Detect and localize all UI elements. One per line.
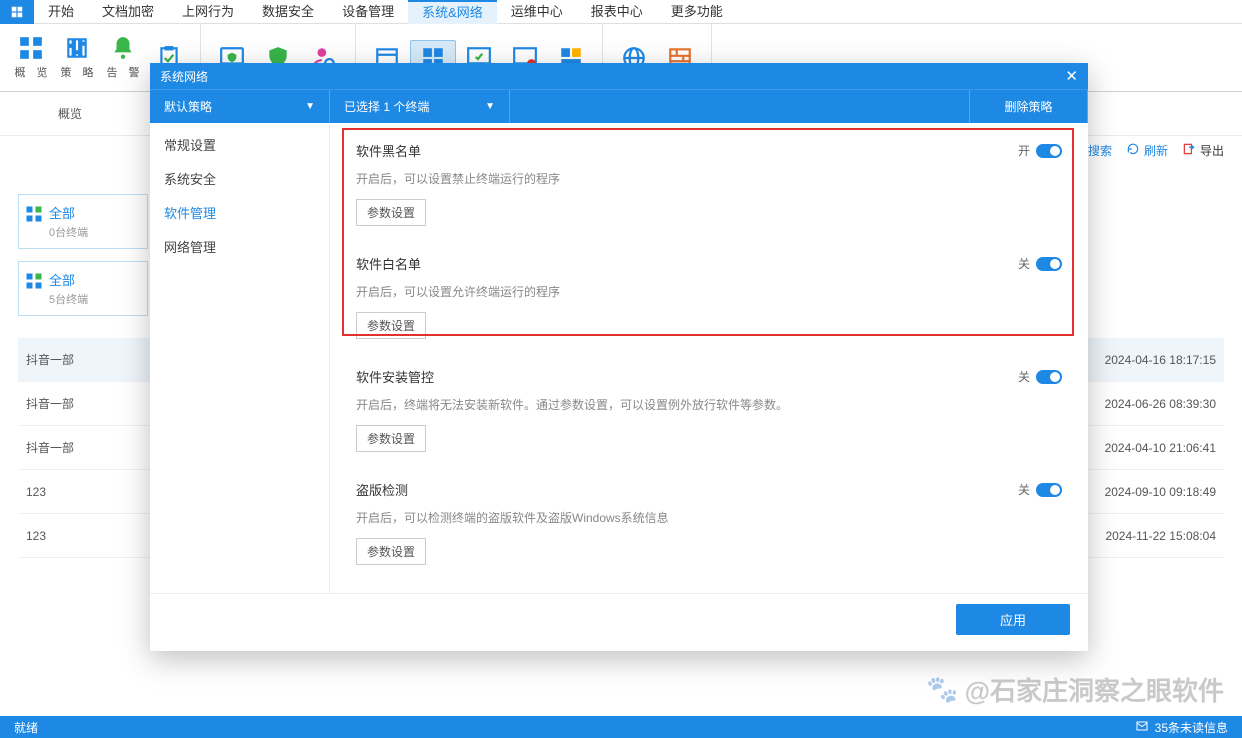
policy-dropdown[interactable]: 默认策略 ▼	[150, 90, 330, 123]
param-button[interactable]: 参数设置	[356, 425, 426, 452]
section-compliance: 软件合规检测 关 开启后，可以检测终端是否安装指定软件。	[330, 575, 1088, 593]
filter-title: 全部	[49, 203, 139, 222]
selected-terminals-dropdown[interactable]: 已选择 1 个终端 ▼	[330, 90, 510, 123]
filter-sub: 5台终端	[49, 291, 139, 307]
section-title: 软件黑名单	[356, 141, 421, 160]
menu-web-behavior[interactable]: 上网行为	[168, 0, 248, 24]
export-button[interactable]: 导出	[1182, 142, 1224, 159]
param-button[interactable]: 参数设置	[356, 538, 426, 565]
toggle-state-label: 开	[1018, 142, 1030, 159]
ribbon-alert[interactable]: 告 警	[100, 31, 146, 84]
nav-system-security[interactable]: 系统安全	[150, 163, 329, 197]
paw-icon: 🐾	[926, 674, 958, 705]
filter-sub: 0台终端	[49, 224, 139, 240]
modal-title-text: 系统网络	[160, 68, 208, 85]
caret-down-icon: ▼	[485, 101, 495, 112]
settings-nav: 常规设置 系统安全 软件管理 网络管理	[150, 123, 330, 593]
modal-titlebar: 系统网络 ✕	[150, 63, 1088, 89]
filter-title: 全部	[49, 270, 139, 289]
close-icon[interactable]: ✕	[1065, 67, 1078, 85]
system-network-modal: 系统网络 ✕ 默认策略 ▼ 已选择 1 个终端 ▼ 删除策略 常规设置 系统安全…	[150, 63, 1088, 651]
modal-body: 常规设置 系统安全 软件管理 网络管理 软件黑名单 开 开启后，可以设置禁止终端…	[150, 123, 1088, 593]
param-button[interactable]: 参数设置	[356, 199, 426, 226]
settings-content[interactable]: 软件黑名单 开 开启后，可以设置禁止终端运行的程序 参数设置 软件白名单 关	[330, 123, 1088, 593]
status-bar: 就绪 35条未读信息	[0, 716, 1242, 738]
section-title: 软件白名单	[356, 254, 421, 273]
section-title: 软件安装管控	[356, 367, 434, 386]
toggle-state-label: 关	[1018, 481, 1030, 498]
section-desc: 开启后，可以设置允许终端运行的程序	[356, 283, 1062, 300]
section-desc: 开启后，可以设置禁止终端运行的程序	[356, 170, 1062, 187]
nav-software-mgmt[interactable]: 软件管理	[150, 197, 329, 231]
menu-data-security[interactable]: 数据安全	[248, 0, 328, 24]
main-menu-bar: 开始 文档加密 上网行为 数据安全 设备管理 系统&网络 运维中心 报表中心 更…	[0, 0, 1242, 24]
status-ready: 就绪	[14, 719, 38, 736]
ribbon-overview[interactable]: 概 览	[8, 31, 54, 84]
export-icon	[1182, 142, 1196, 159]
apply-button[interactable]: 应用	[956, 604, 1070, 635]
section-title: 盗版检测	[356, 480, 408, 499]
ribbon-policy-label: 策 略	[56, 64, 97, 80]
modal-footer: 应用	[150, 593, 1088, 651]
refresh-button[interactable]: 刷新	[1126, 142, 1168, 159]
section-piracy-detect: 盗版检测 关 开启后，可以检测终端的盗版软件及盗版Windows系统信息 参数设…	[330, 462, 1088, 575]
blacklist-toggle[interactable]	[1036, 144, 1062, 158]
section-blacklist: 软件黑名单 开 开启后，可以设置禁止终端运行的程序 参数设置	[330, 123, 1088, 236]
menu-start[interactable]: 开始	[34, 0, 88, 24]
app-menu-button[interactable]	[0, 0, 34, 24]
whitelist-toggle[interactable]	[1036, 257, 1062, 271]
ribbon-overview-label: 概 览	[10, 64, 51, 80]
filter-card-all-5[interactable]: 全部 5台终端	[18, 261, 148, 316]
toggle-state-label: 关	[1018, 255, 1030, 272]
section-whitelist: 软件白名单 关 开启后，可以设置允许终端运行的程序 参数设置	[330, 236, 1088, 349]
menu-ops-center[interactable]: 运维中心	[497, 0, 577, 24]
refresh-icon	[1126, 142, 1140, 159]
filter-card-all-0[interactable]: 全部 0台终端	[18, 194, 148, 249]
toggle-state-label: 关	[1018, 368, 1030, 385]
piracy-toggle[interactable]	[1036, 483, 1062, 497]
param-button[interactable]: 参数设置	[356, 312, 426, 339]
caret-down-icon: ▼	[305, 101, 315, 112]
filter-pane: 全部 0台终端 全部 5台终端	[18, 194, 148, 328]
menu-more[interactable]: 更多功能	[657, 0, 737, 24]
action-bar: 搜索 刷新 导出	[1070, 142, 1224, 159]
grid-icon	[25, 272, 43, 290]
menu-doc-encrypt[interactable]: 文档加密	[88, 0, 168, 24]
section-install-control: 软件安装管控 关 开启后，终端将无法安装新软件。通过参数设置，可以设置例外放行软…	[330, 349, 1088, 462]
section-desc: 开启后，可以检测终端的盗版软件及盗版Windows系统信息	[356, 509, 1062, 526]
mail-icon	[1135, 720, 1149, 735]
delete-policy-button[interactable]: 删除策略	[970, 90, 1088, 123]
grid-icon	[25, 205, 43, 223]
ribbon-alert-label: 告 警	[102, 64, 143, 80]
subbar-spacer	[510, 90, 970, 123]
menu-device-mgmt[interactable]: 设备管理	[328, 0, 408, 24]
nav-network-mgmt[interactable]: 网络管理	[150, 231, 329, 265]
sub-header-label: 概览	[58, 105, 82, 122]
menu-system-network[interactable]: 系统&网络	[408, 0, 497, 24]
ribbon-policy[interactable]: 策 略	[54, 31, 100, 84]
menu-report-center[interactable]: 报表中心	[577, 0, 657, 24]
modal-subbar: 默认策略 ▼ 已选择 1 个终端 ▼ 删除策略	[150, 89, 1088, 123]
status-unread[interactable]: 35条未读信息	[1135, 719, 1228, 736]
section-desc: 开启后，终端将无法安装新软件。通过参数设置，可以设置例外放行软件等参数。	[356, 396, 1062, 413]
install-control-toggle[interactable]	[1036, 370, 1062, 384]
watermark: 🐾 @石家庄洞察之眼软件	[926, 671, 1224, 708]
nav-general[interactable]: 常规设置	[150, 129, 329, 163]
